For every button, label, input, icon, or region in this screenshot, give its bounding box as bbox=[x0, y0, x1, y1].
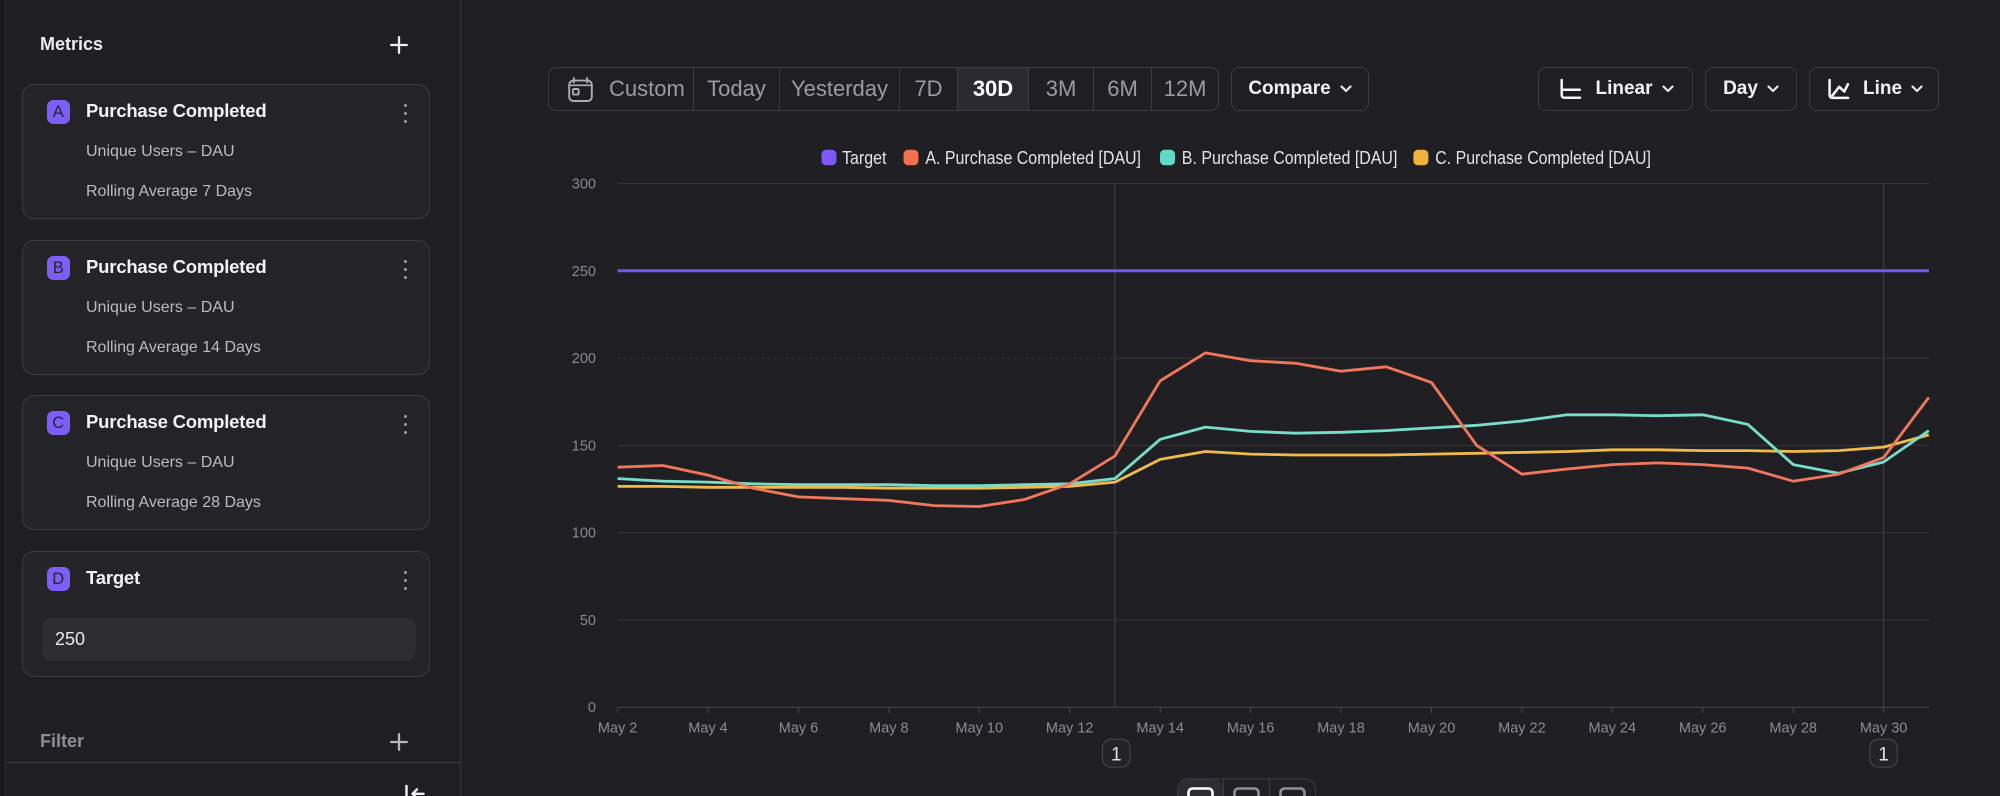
svg-text:May 6: May 6 bbox=[779, 721, 819, 737]
svg-text:1: 1 bbox=[1878, 744, 1889, 765]
svg-text:100: 100 bbox=[572, 526, 596, 542]
svg-text:May 10: May 10 bbox=[956, 721, 1004, 737]
svg-text:May 30: May 30 bbox=[1860, 721, 1908, 737]
svg-text:50: 50 bbox=[580, 613, 596, 629]
svg-text:May 28: May 28 bbox=[1769, 721, 1817, 737]
svg-text:May 24: May 24 bbox=[1589, 721, 1637, 737]
svg-text:May 2: May 2 bbox=[598, 721, 638, 737]
svg-text:May 16: May 16 bbox=[1227, 721, 1275, 737]
svg-text:May 20: May 20 bbox=[1408, 721, 1456, 737]
svg-text:May 4: May 4 bbox=[688, 721, 728, 737]
svg-text:150: 150 bbox=[572, 438, 596, 454]
svg-text:May 18: May 18 bbox=[1317, 721, 1365, 737]
svg-text:B. Purchase Completed [DAU]: B. Purchase Completed [DAU] bbox=[1182, 148, 1398, 168]
svg-text:Target: Target bbox=[842, 148, 886, 168]
svg-text:A. Purchase Completed [DAU]: A. Purchase Completed [DAU] bbox=[925, 148, 1141, 168]
svg-text:200: 200 bbox=[572, 351, 596, 367]
svg-text:May 12: May 12 bbox=[1046, 721, 1094, 737]
svg-text:300: 300 bbox=[572, 177, 596, 193]
svg-text:1: 1 bbox=[1111, 744, 1122, 765]
svg-text:May 8: May 8 bbox=[869, 721, 909, 737]
svg-text:May 22: May 22 bbox=[1498, 721, 1546, 737]
svg-text:May 14: May 14 bbox=[1136, 721, 1184, 737]
svg-text:0: 0 bbox=[588, 700, 596, 716]
svg-text:May 26: May 26 bbox=[1679, 721, 1727, 737]
svg-text:250: 250 bbox=[572, 264, 596, 280]
svg-text:C. Purchase Completed [DAU]: C. Purchase Completed [DAU] bbox=[1435, 148, 1651, 168]
